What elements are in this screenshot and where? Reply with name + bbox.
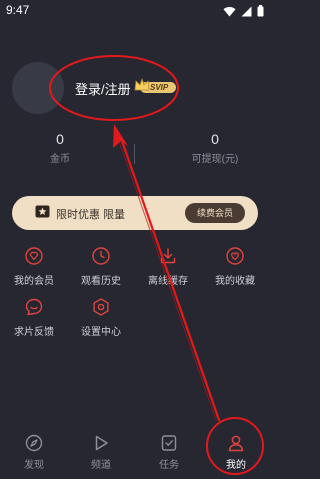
svip-badge: SVIP	[134, 78, 178, 96]
tab-label: 我的	[226, 460, 246, 471]
feature-request-feedback[interactable]: 求片反馈	[4, 298, 64, 338]
tab-label: 发现	[24, 460, 44, 471]
vip-promo-banner[interactable]: 限时优惠 限量 续费会员	[12, 196, 258, 230]
withdrawable-value: 0	[211, 131, 219, 147]
gear-icon	[93, 298, 109, 316]
task-icon	[161, 435, 177, 451]
avatar[interactable]	[12, 62, 64, 114]
vip-ticket-icon	[35, 205, 50, 218]
feature-label: 求片反馈	[14, 327, 54, 338]
feature-my-favorites[interactable]: 我的收藏	[205, 247, 265, 287]
tab-label: 任务	[159, 460, 179, 471]
tab-tasks[interactable]: 任务	[144, 434, 194, 471]
renew-membership-button[interactable]: 续费会员	[185, 203, 245, 223]
tab-label: 频道	[91, 460, 111, 471]
battery-icon	[257, 5, 264, 17]
wifi-icon	[223, 6, 236, 16]
coins-stat[interactable]: 0 金币	[0, 131, 120, 165]
vip-promo-text: 限时优惠 限量	[56, 209, 126, 221]
tab-channels[interactable]: 频道	[76, 434, 126, 471]
withdrawable-stat[interactable]: 0 可提现(元)	[155, 131, 275, 165]
bottom-tab-bar: 发现 频道 任务 我的	[0, 420, 270, 479]
feature-label: 设置中心	[81, 327, 121, 338]
withdrawable-label: 可提现(元)	[191, 154, 239, 165]
feature-label: 我的收藏	[215, 276, 255, 287]
svip-badge-label: SVIP	[150, 83, 169, 92]
diamond-icon	[25, 247, 43, 265]
play-icon	[95, 435, 108, 451]
login-register-link[interactable]: 登录/注册	[75, 79, 131, 98]
status-time: 9:47	[6, 3, 30, 17]
crown-icon	[134, 78, 150, 91]
feedback-icon	[25, 298, 43, 316]
status-bar: 9:47	[0, 0, 270, 22]
stat-divider	[134, 144, 135, 164]
coins-value: 0	[56, 131, 64, 147]
coins-label: 金币	[50, 154, 70, 165]
tab-discover[interactable]: 发现	[9, 434, 59, 471]
signal-icon	[241, 6, 252, 16]
feature-label: 我的会员	[14, 276, 54, 287]
clock-icon	[92, 247, 110, 265]
compass-icon	[25, 434, 43, 452]
user-icon	[228, 435, 244, 452]
download-icon	[160, 248, 176, 264]
feature-settings[interactable]: 设置中心	[71, 298, 131, 338]
feature-label: 离线缓存	[148, 276, 188, 287]
feature-my-membership[interactable]: 我的会员	[4, 247, 64, 287]
tab-mine[interactable]: 我的	[211, 434, 261, 471]
heart-icon	[226, 247, 244, 265]
feature-watch-history[interactable]: 观看历史	[71, 247, 131, 287]
status-icons	[223, 4, 264, 18]
feature-offline-cache[interactable]: 离线缓存	[138, 247, 198, 287]
feature-label: 观看历史	[81, 276, 121, 287]
